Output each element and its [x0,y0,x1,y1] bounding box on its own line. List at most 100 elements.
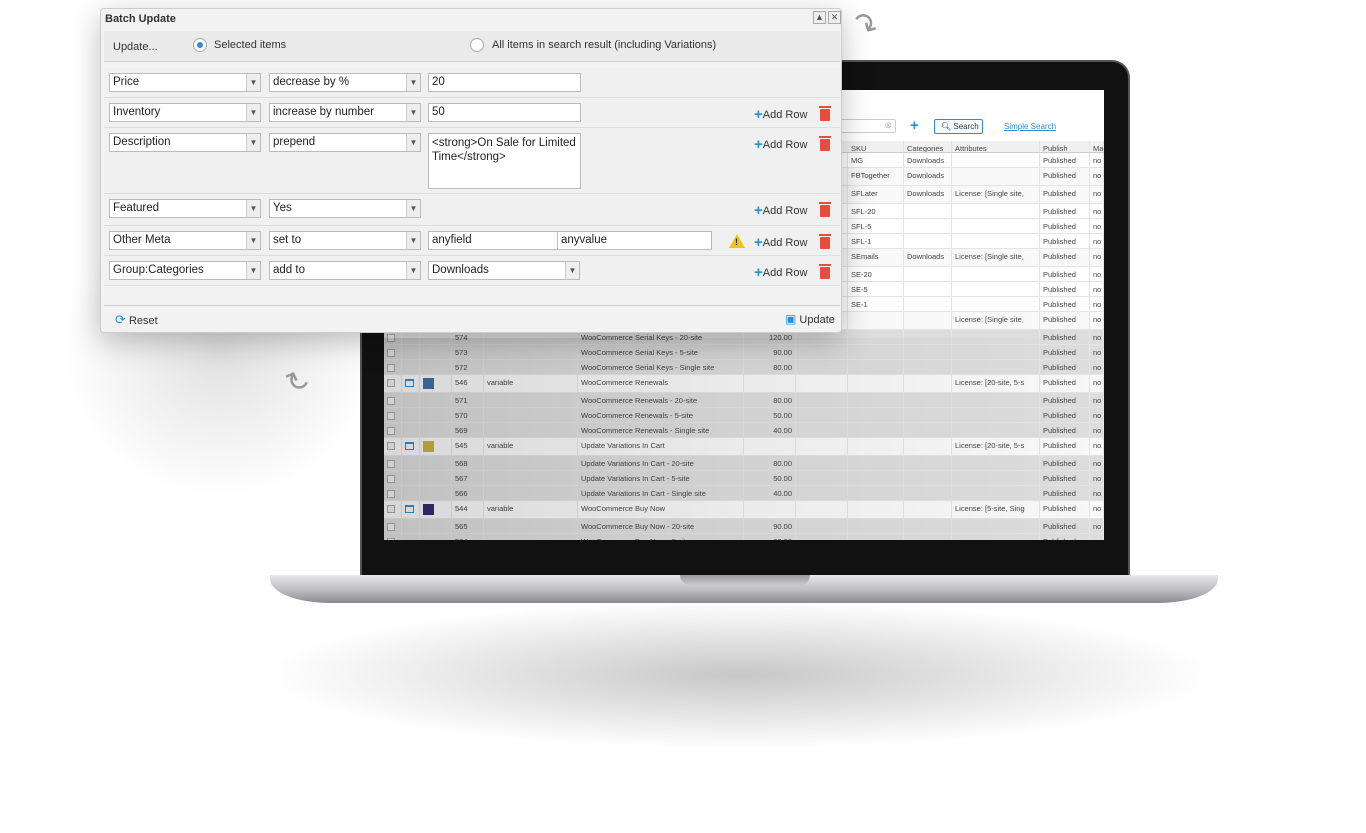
cell-m[interactable]: no [1090,168,1104,185]
table-row[interactable]: 565 WooCommerce Buy Now - 20-site 90.00 Pub… [384,519,1104,534]
cell-id[interactable]: 545 [452,438,484,455]
cell-type[interactable] [484,534,578,540]
search-button[interactable]: 🔍︎ Search [934,119,983,134]
cell-title[interactable]: WooCommerce Buy Now - 5-site [578,534,744,540]
checkbox[interactable] [387,505,395,513]
cell-price[interactable]: 50.00 [744,471,796,485]
row-checkbox[interactable] [384,408,402,422]
row-checkbox[interactable] [384,471,402,485]
thumbnail-cell[interactable] [420,345,452,359]
cell-id[interactable]: 568 [452,456,484,470]
cell-m[interactable]: no [1090,249,1104,266]
edit-cell[interactable] [402,501,420,518]
cell-sku[interactable]: SE-20 [848,267,904,281]
cell-cat[interactable]: Downloads [904,168,952,185]
cell-pub[interactable]: Published [1040,393,1090,407]
cell-pub[interactable]: Published [1040,375,1090,392]
cell-type[interactable] [484,393,578,407]
checkbox[interactable] [387,427,395,435]
cell-pub[interactable]: Published [1040,219,1090,233]
cell-price[interactable]: 80.00 [744,456,796,470]
action-select[interactable]: set to ▼ [269,231,421,250]
field-select[interactable]: Other Meta ▼ [109,231,261,250]
cell-m[interactable]: no [1090,297,1104,311]
cell-sku[interactable]: SE-1 [848,297,904,311]
cell-pub[interactable]: Published [1040,234,1090,248]
thumbnail-cell[interactable] [420,486,452,500]
cell-price[interactable]: 60.00 [744,534,796,540]
thumbnail-cell[interactable] [420,393,452,407]
cell-m[interactable]: no [1090,471,1104,485]
cell-title[interactable]: Update Variations In Cart - Single site [578,486,744,500]
cell-sku[interactable]: SEmails [848,249,904,266]
cell-sku[interactable] [848,501,904,518]
cell-attr[interactable] [952,282,1040,296]
edit-cell[interactable] [402,486,420,500]
cell-cat[interactable] [904,423,952,437]
table-row[interactable]: 570 WooCommerce Renewals - 5-site 50.00 Pub… [384,408,1104,423]
field-select[interactable]: Inventory ▼ [109,103,261,122]
field-select[interactable]: Description ▼ [109,133,261,152]
simple-search-link[interactable]: Simple Search [1004,122,1056,131]
cell-price[interactable]: 40.00 [744,423,796,437]
cell-type[interactable] [484,408,578,422]
cell-attr[interactable] [952,456,1040,470]
cell-attr[interactable] [952,234,1040,248]
cell-attr[interactable] [952,393,1040,407]
action-select[interactable]: decrease by % ▼ [269,73,421,92]
cell-cat[interactable] [904,486,952,500]
cell-id[interactable]: 573 [452,345,484,359]
cell-price[interactable]: 90.00 [744,345,796,359]
checkbox[interactable] [387,334,395,342]
cell-pub[interactable]: Published [1040,486,1090,500]
cell-title[interactable]: WooCommerce Buy Now - 20-site [578,519,744,533]
row-checkbox[interactable] [384,423,402,437]
row-checkbox[interactable] [384,456,402,470]
value-input[interactable]: anyfield [428,231,558,250]
cell-id[interactable]: 566 [452,486,484,500]
cell[interactable] [796,408,848,422]
cell-type[interactable]: variable [484,501,578,518]
thumbnail-cell[interactable] [420,501,452,518]
cell-attr[interactable] [952,267,1040,281]
cell-type[interactable] [484,345,578,359]
cell-cat[interactable] [904,219,952,233]
cell-type[interactable]: variable [484,438,578,455]
cell-id[interactable]: 546 [452,375,484,392]
thumbnail-cell[interactable] [420,423,452,437]
cell-price[interactable]: 80.00 [744,360,796,374]
cell-pub[interactable]: Published [1040,186,1090,203]
trash-icon[interactable] [819,202,831,217]
cell-cat[interactable] [904,375,952,392]
cell-title[interactable]: WooCommerce Renewals - 5-site [578,408,744,422]
cell-sku[interactable] [848,534,904,540]
cell-pub[interactable]: Published [1040,249,1090,266]
cell-attr[interactable] [952,330,1040,344]
cell-attr[interactable] [952,360,1040,374]
row-checkbox[interactable] [384,393,402,407]
row-checkbox[interactable] [384,360,402,374]
cell-sku[interactable]: MG [848,153,904,167]
edit-cell[interactable] [402,471,420,485]
cell-pub[interactable]: Published [1040,204,1090,218]
cell-cat[interactable] [904,312,952,329]
checkbox[interactable] [387,523,395,531]
cell-sku[interactable] [848,438,904,455]
cell-pub[interactable]: Published [1040,168,1090,185]
checkbox[interactable] [387,364,395,372]
cell-m[interactable]: no [1090,282,1104,296]
cell-cat[interactable]: Downloads [904,186,952,203]
checkbox[interactable] [387,349,395,357]
edit-cell[interactable] [402,408,420,422]
cell-attr[interactable]: License: [5-site, Sing [952,501,1040,518]
edit-cell[interactable] [402,375,420,392]
cell-price[interactable]: 40.00 [744,486,796,500]
cell-cat[interactable] [904,456,952,470]
cell-id[interactable]: 569 [452,423,484,437]
row-checkbox[interactable] [384,519,402,533]
cell-type[interactable] [484,519,578,533]
edit-cell[interactable] [402,345,420,359]
cell-cat[interactable]: Downloads [904,153,952,167]
cell-cat[interactable] [904,438,952,455]
cell-m[interactable]: no [1090,393,1104,407]
